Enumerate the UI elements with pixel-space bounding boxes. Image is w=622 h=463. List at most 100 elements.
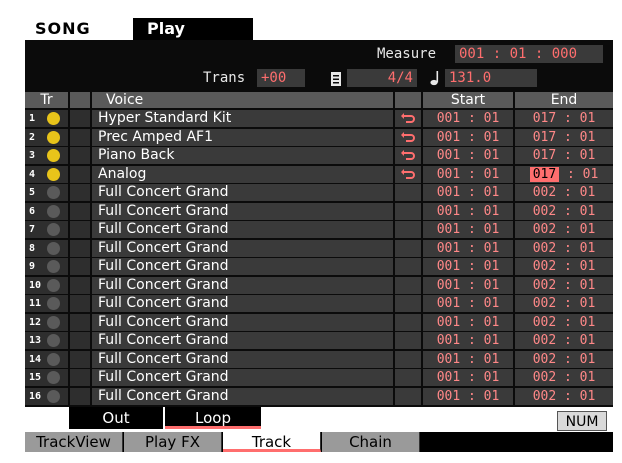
track-number-cell[interactable]: 10 xyxy=(25,276,68,294)
track-end[interactable]: 017 : 01 xyxy=(515,110,613,127)
track-number-cell[interactable]: 8 xyxy=(25,239,68,257)
track-row[interactable]: 12 Full Concert Grand 001 : 01 002 : 01 xyxy=(25,313,613,331)
track-start[interactable]: 001 : 01 xyxy=(423,332,513,349)
track-voice[interactable]: Prec Amped AF1 xyxy=(92,128,393,146)
loop-off-cell[interactable] xyxy=(395,258,421,275)
loop-icon[interactable] xyxy=(395,128,421,146)
track-end[interactable]: 002 : 01 xyxy=(515,313,613,331)
track-row[interactable]: 4 Analog 001 : 01 017 : 01 xyxy=(25,165,613,183)
track-active-icon[interactable] xyxy=(47,167,60,181)
track-end[interactable]: 002 : 01 xyxy=(515,221,613,238)
track-voice[interactable]: Full Concert Grand xyxy=(92,350,393,368)
tempo-value[interactable]: 131.0 xyxy=(445,69,537,87)
track-row[interactable]: 15 Full Concert Grand 001 : 01 002 : 01 xyxy=(25,369,613,386)
track-start[interactable]: 001 : 01 xyxy=(423,258,513,275)
track-number-cell[interactable]: 2 xyxy=(25,128,68,146)
track-inactive-icon[interactable] xyxy=(47,186,60,199)
track-voice[interactable]: Full Concert Grand xyxy=(92,332,393,349)
track-number-cell[interactable]: 4 xyxy=(25,165,68,183)
track-end[interactable]: 002 : 01 xyxy=(515,202,613,220)
track-voice[interactable]: Full Concert Grand xyxy=(92,369,393,386)
track-voice[interactable]: Full Concert Grand xyxy=(92,239,393,257)
track-row[interactable]: 6 Full Concert Grand 001 : 01 002 : 01 xyxy=(25,202,613,220)
track-active-icon[interactable] xyxy=(47,130,60,144)
track-inactive-icon[interactable] xyxy=(47,389,60,403)
track-number-cell[interactable]: 5 xyxy=(25,184,68,201)
track-start[interactable]: 001 : 01 xyxy=(423,221,513,238)
track-start[interactable]: 001 : 01 xyxy=(423,165,513,183)
track-voice[interactable]: Full Concert Grand xyxy=(92,184,393,201)
track-end[interactable]: 002 : 01 xyxy=(515,332,613,349)
loop-icon[interactable] xyxy=(395,110,421,127)
track-row[interactable]: 3 Piano Back 001 : 01 017 : 01 xyxy=(25,147,613,164)
track-start[interactable]: 001 : 01 xyxy=(423,147,513,164)
track-start[interactable]: 001 : 01 xyxy=(423,239,513,257)
track-number-cell[interactable]: 14 xyxy=(25,350,68,368)
track-number-cell[interactable]: 12 xyxy=(25,313,68,331)
track-inactive-icon[interactable] xyxy=(47,278,60,292)
track-number-cell[interactable]: 1 xyxy=(25,110,68,127)
track-inactive-icon[interactable] xyxy=(47,315,60,329)
loop-off-cell[interactable] xyxy=(395,276,421,294)
track-row[interactable]: 11 Full Concert Grand 001 : 01 002 : 01 xyxy=(25,295,613,312)
track-voice[interactable]: Full Concert Grand xyxy=(92,221,393,238)
track-voice[interactable]: Full Concert Grand xyxy=(92,313,393,331)
loop-icon[interactable] xyxy=(395,165,421,183)
track-start[interactable]: 001 : 01 xyxy=(423,110,513,127)
track-number-cell[interactable]: 7 xyxy=(25,221,68,238)
track-inactive-icon[interactable] xyxy=(47,297,60,310)
loop-off-cell[interactable] xyxy=(395,239,421,257)
out-button[interactable]: Out xyxy=(69,407,163,429)
track-start[interactable]: 001 : 01 xyxy=(423,202,513,220)
loop-off-cell[interactable] xyxy=(395,369,421,386)
track-active-icon[interactable] xyxy=(47,149,60,162)
track-start[interactable]: 001 : 01 xyxy=(423,295,513,312)
track-inactive-icon[interactable] xyxy=(47,260,60,273)
track-end[interactable]: 002 : 01 xyxy=(515,258,613,275)
track-inactive-icon[interactable] xyxy=(47,371,60,384)
track-inactive-icon[interactable] xyxy=(47,352,60,366)
track-number-cell[interactable]: 13 xyxy=(25,332,68,349)
track-row[interactable]: 2 Prec Amped AF1 001 : 01 017 : 01 xyxy=(25,128,613,146)
track-inactive-icon[interactable] xyxy=(47,334,60,347)
track-inactive-icon[interactable] xyxy=(47,204,60,218)
loop-off-cell[interactable] xyxy=(395,202,421,220)
num-button[interactable]: NUM xyxy=(557,411,607,431)
track-start[interactable]: 001 : 01 xyxy=(423,184,513,201)
track-inactive-icon[interactable] xyxy=(47,241,60,255)
track-row[interactable]: 13 Full Concert Grand 001 : 01 002 : 01 xyxy=(25,332,613,349)
track-end[interactable]: 002 : 01 xyxy=(515,276,613,294)
track-voice[interactable]: Full Concert Grand xyxy=(92,258,393,275)
track-row[interactable]: 14 Full Concert Grand 001 : 01 002 : 01 xyxy=(25,350,613,368)
loop-off-cell[interactable] xyxy=(395,221,421,238)
track-number-cell[interactable]: 15 xyxy=(25,369,68,386)
loop-icon[interactable] xyxy=(395,147,421,164)
track-end[interactable]: 002 : 01 xyxy=(515,295,613,312)
track-row[interactable]: 10 Full Concert Grand 001 : 01 002 : 01 xyxy=(25,276,613,294)
time-signature-value[interactable]: 4/4 xyxy=(347,69,417,87)
track-start[interactable]: 001 : 01 xyxy=(423,276,513,294)
track-end[interactable]: 002 : 01 xyxy=(515,239,613,257)
track-voice[interactable]: Analog xyxy=(92,165,393,183)
loop-button[interactable]: Loop xyxy=(165,407,261,429)
track-number-cell[interactable]: 11 xyxy=(25,295,68,312)
track-voice[interactable]: Full Concert Grand xyxy=(92,295,393,312)
tab-play-fx[interactable]: Play FX xyxy=(124,432,222,452)
track-start[interactable]: 001 : 01 xyxy=(423,313,513,331)
tab-trackview[interactable]: TrackView xyxy=(25,432,123,452)
track-row[interactable]: 5 Full Concert Grand 001 : 01 002 : 01 xyxy=(25,184,613,201)
track-end[interactable]: 017 : 01 xyxy=(515,147,613,164)
track-row[interactable]: 8 Full Concert Grand 001 : 01 002 : 01 xyxy=(25,239,613,257)
track-voice[interactable]: Full Concert Grand xyxy=(92,387,393,405)
measure-value[interactable]: 001 : 01 : 000 xyxy=(455,45,603,63)
track-voice[interactable]: Hyper Standard Kit xyxy=(92,110,393,127)
track-inactive-icon[interactable] xyxy=(47,223,60,236)
track-number-cell[interactable]: 3 xyxy=(25,147,68,164)
track-row[interactable]: 7 Full Concert Grand 001 : 01 002 : 01 xyxy=(25,221,613,238)
tab-chain[interactable]: Chain xyxy=(322,432,420,452)
track-number-cell[interactable]: 6 xyxy=(25,202,68,220)
track-end[interactable]: 002 : 01 xyxy=(515,350,613,368)
track-start[interactable]: 001 : 01 xyxy=(423,369,513,386)
track-end[interactable]: 002 : 01 xyxy=(515,184,613,201)
loop-off-cell[interactable] xyxy=(395,387,421,405)
